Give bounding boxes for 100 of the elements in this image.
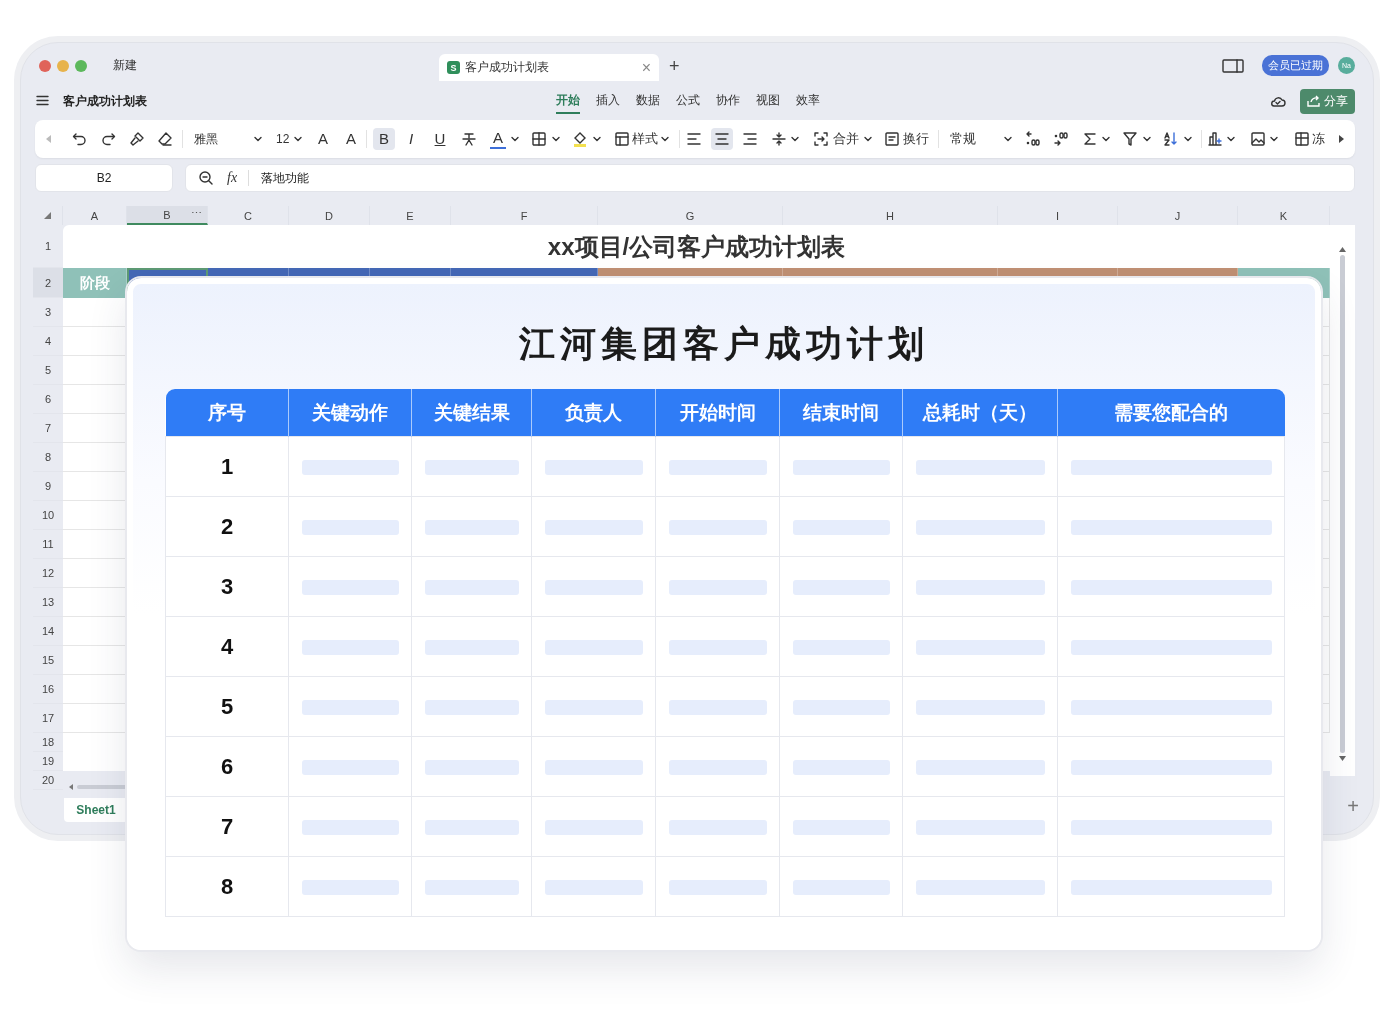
caret-icon[interactable] (791, 136, 799, 142)
eraser-icon[interactable] (157, 131, 173, 147)
table-cell[interactable] (63, 327, 127, 356)
table-cell[interactable] (63, 617, 127, 646)
close-window-button[interactable] (39, 59, 51, 72)
caret-icon[interactable] (1004, 136, 1012, 142)
column-header: 结束时间 (779, 389, 903, 437)
style-dropdown[interactable]: 样式 (632, 130, 658, 148)
scroll-up-icon[interactable] (1339, 247, 1346, 252)
ribbon-tab[interactable]: 效率 (796, 88, 820, 114)
italic-button[interactable]: I (401, 128, 421, 150)
image-icon[interactable] (1250, 131, 1266, 147)
freeze-panes-button[interactable]: 冻 (1312, 130, 1326, 148)
spreadsheet-logo: S (447, 61, 460, 74)
strikethrough-icon[interactable] (461, 131, 477, 147)
increase-font-button[interactable]: A (315, 128, 331, 150)
column-header[interactable]: B ⋯ (127, 206, 208, 225)
menu-icon[interactable] (36, 95, 49, 106)
sheet-tab[interactable]: Sheet1 (64, 798, 128, 822)
table-cell[interactable] (63, 588, 127, 617)
decrease-font-button[interactable]: A (343, 128, 359, 150)
cell-reference-field[interactable]: B2 (35, 164, 173, 192)
table-cell[interactable] (63, 646, 127, 675)
document-tab[interactable]: S 客户成功计划表 × (439, 54, 659, 81)
align-center-button[interactable] (711, 128, 733, 150)
redo-icon[interactable] (100, 131, 116, 147)
ribbon-tab[interactable]: 协作 (716, 88, 740, 114)
undo-icon[interactable] (72, 131, 88, 147)
row-header[interactable]: 2 (33, 268, 63, 298)
font-color-button[interactable]: A (490, 129, 506, 149)
table-style-icon[interactable] (614, 131, 630, 147)
borders-icon[interactable] (531, 131, 547, 147)
membership-badge[interactable]: 会员已过期 (1262, 55, 1329, 76)
close-tab-button[interactable]: × (641, 59, 651, 76)
column-header: 负责人 (531, 389, 656, 437)
ribbon-tab[interactable]: 视图 (756, 88, 780, 114)
scroll-down-icon[interactable] (1339, 756, 1346, 761)
table-cell[interactable] (63, 559, 127, 588)
table-cell[interactable] (63, 472, 127, 501)
horizontal-scrollbar[interactable] (77, 785, 127, 789)
caret-icon[interactable] (661, 136, 669, 142)
caret-icon[interactable] (593, 136, 601, 142)
merge-cells-icon[interactable] (813, 131, 829, 147)
table-cell[interactable] (63, 414, 127, 443)
table-cell[interactable] (63, 501, 127, 530)
freeze-panes-icon[interactable] (1294, 131, 1310, 147)
fill-color-icon[interactable] (572, 131, 588, 147)
formula-input-field[interactable]: fx 落地功能 (185, 164, 1355, 192)
new-tab-button[interactable]: + (669, 56, 680, 75)
caret-icon[interactable] (1227, 136, 1235, 142)
sum-icon[interactable] (1082, 131, 1098, 147)
table-cell[interactable] (63, 530, 127, 559)
wrap-text-button[interactable]: 换行 (903, 130, 931, 148)
bold-button[interactable]: B (373, 128, 395, 150)
increase-decimal-icon[interactable] (1025, 131, 1041, 147)
number-format-dropdown[interactable]: 常规 (950, 130, 1000, 148)
decrease-decimal-icon[interactable] (1053, 131, 1069, 147)
caret-icon[interactable] (1102, 136, 1110, 142)
ribbon-tab[interactable]: 插入 (596, 88, 620, 114)
caret-icon[interactable] (511, 136, 519, 142)
function-label[interactable]: fx (227, 170, 238, 186)
ribbon-tab[interactable]: 数据 (636, 88, 660, 114)
merge-cells-dropdown[interactable]: 合并 (833, 130, 859, 148)
caret-icon[interactable] (294, 136, 302, 142)
table-cell[interactable] (63, 752, 127, 771)
caret-icon[interactable] (864, 136, 872, 142)
cloud-icon[interactable] (1270, 95, 1286, 107)
font-dropdown[interactable]: 雅黑 (194, 130, 249, 148)
underline-button[interactable]: U (430, 128, 450, 150)
select-all-icon[interactable] (44, 212, 51, 219)
ribbon-tab[interactable]: 公式 (676, 88, 700, 114)
more-tools-icon[interactable] (1337, 134, 1345, 144)
format-painter-icon[interactable] (129, 131, 145, 147)
row-header[interactable]: 20 (33, 771, 63, 790)
scroll-left-icon[interactable] (69, 784, 73, 790)
share-button[interactable]: 分享 (1300, 88, 1355, 114)
vertical-align-icon[interactable] (771, 131, 787, 147)
new-document-label[interactable]: 新建 (113, 57, 439, 74)
font-size-dropdown[interactable]: 12 (276, 132, 291, 146)
table-cell[interactable] (63, 385, 127, 414)
caret-icon[interactable] (1270, 136, 1278, 142)
table-cell[interactable] (63, 443, 127, 472)
caret-icon[interactable] (254, 136, 262, 142)
ribbon-tab[interactable]: 开始 (556, 88, 580, 114)
sort-icon[interactable] (1163, 131, 1179, 147)
table-cell[interactable] (63, 733, 127, 752)
caret-icon[interactable] (552, 136, 560, 142)
table-cell[interactable] (63, 704, 127, 733)
add-sheet-button[interactable]: + (1347, 796, 1359, 816)
wrap-text-icon[interactable] (884, 131, 900, 147)
screen-layout-icon[interactable] (1222, 58, 1244, 73)
table-cell[interactable] (63, 298, 127, 327)
chart-icon[interactable] (1207, 131, 1223, 147)
filter-icon[interactable] (1122, 131, 1138, 147)
table-cell[interactable] (63, 356, 127, 385)
table-cell[interactable] (63, 675, 127, 704)
caret-icon[interactable] (1143, 136, 1151, 142)
column-menu-button[interactable]: ⋯ (191, 207, 203, 220)
vertical-scrollbar[interactable] (1340, 255, 1345, 753)
caret-icon[interactable] (1184, 136, 1192, 142)
